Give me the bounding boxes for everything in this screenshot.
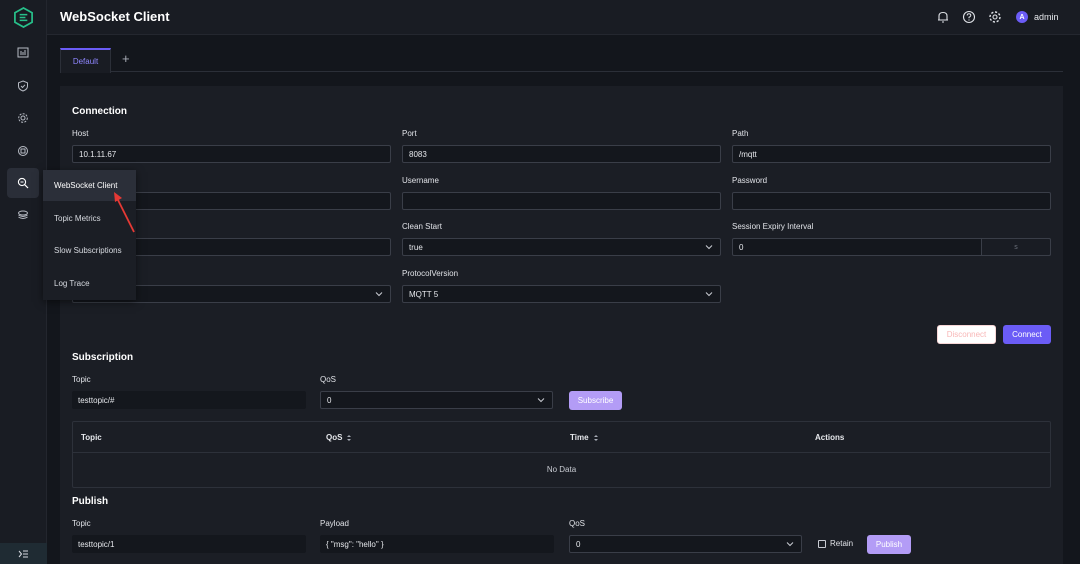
gear-icon[interactable] [7, 103, 39, 133]
sort-icon [347, 434, 352, 441]
chevron-down-icon [705, 292, 713, 297]
password-input[interactable] [732, 192, 1051, 210]
col-actions-label: Actions [815, 433, 845, 442]
sub-qos-value: 0 [327, 395, 332, 405]
host-input[interactable]: 10.1.11.67 [72, 145, 391, 163]
col-actions: Actions [815, 433, 844, 442]
col-qos[interactable]: QoS [326, 433, 352, 442]
sub-qos-select[interactable]: 0 [320, 391, 553, 409]
page-title: WebSocket Client [60, 9, 170, 24]
chevron-down-icon [375, 292, 383, 297]
pub-qos-label: QoS [569, 519, 586, 528]
dashboard-icon[interactable] [7, 38, 39, 68]
retain-checkbox[interactable] [818, 540, 826, 548]
username-label: Username [402, 176, 439, 185]
connection-title: Connection [72, 106, 127, 117]
retain-label[interactable]: Retain [830, 539, 853, 548]
payload-input[interactable]: { "msg": "hello" } [320, 535, 554, 553]
connect-button[interactable]: Connect [1003, 325, 1051, 344]
submenu-item-slow-subscriptions[interactable]: Slow Subscriptions [43, 235, 136, 266]
sub-topic-label: Topic [72, 375, 91, 384]
chevron-down-icon [705, 245, 713, 250]
pub-qos-value: 0 [576, 539, 581, 549]
add-tab-button[interactable]: + [122, 51, 130, 66]
protocol-select[interactable]: MQTT 5 [402, 285, 721, 303]
protocol-label: ProtocolVersion [402, 269, 459, 278]
col-topic[interactable]: Topic [81, 433, 102, 442]
table-empty-text: No Data [546, 465, 577, 474]
sub-qos-label: QoS [320, 375, 337, 384]
chevron-down-icon [786, 542, 794, 547]
avatar[interactable]: A [1016, 11, 1028, 23]
col-qos-label: QoS [326, 433, 343, 442]
publish-title: Publish [72, 496, 109, 507]
col-time[interactable]: Time [570, 433, 599, 442]
clean-start-select[interactable]: true [402, 238, 721, 256]
port-input[interactable]: 8083 [402, 145, 721, 163]
client-card: Connection Host 10.1.11.67 Port 8083 Pat… [60, 86, 1063, 564]
session-expiry-input[interactable]: 0 s [732, 238, 1051, 256]
help-icon[interactable] [962, 10, 976, 24]
subscribe-button[interactable]: Subscribe [569, 391, 622, 410]
session-expiry-unit: s [981, 238, 1051, 256]
user-name[interactable]: admin [1034, 12, 1059, 22]
client-tabs: Default + [60, 47, 1063, 73]
disconnect-button[interactable]: Disconnect [937, 325, 996, 344]
subscription-title: Subscription [72, 352, 134, 363]
collapse-icon [18, 550, 28, 557]
clean-start-label: Clean Start [402, 222, 443, 231]
protocol-value: MQTT 5 [409, 289, 439, 299]
sort-icon [593, 434, 598, 441]
pub-topic-input[interactable]: testtopic/1 [72, 535, 306, 553]
session-expiry-label: Session Expiry Interval [732, 222, 814, 231]
stack-icon[interactable] [7, 200, 39, 230]
settings-icon[interactable] [988, 10, 1002, 24]
shield-icon[interactable] [7, 71, 39, 101]
left-rail [0, 0, 47, 564]
sub-topic-input[interactable]: testtopic/# [72, 391, 306, 409]
port-label: Port [402, 129, 417, 138]
path-input[interactable]: /mqtt [732, 145, 1051, 163]
clean-start-value: true [409, 242, 423, 252]
extension-icon[interactable] [7, 136, 39, 166]
pub-topic-label: Topic [72, 519, 91, 528]
pub-qos-select[interactable]: 0 [569, 535, 802, 553]
payload-label: Payload [320, 519, 349, 528]
password-label: Password [732, 176, 768, 185]
chevron-down-icon [537, 398, 545, 403]
submenu-item-log-trace[interactable]: Log Trace [43, 268, 136, 299]
annotation-arrow-icon [114, 192, 135, 233]
path-label: Path [732, 129, 749, 138]
bell-icon[interactable] [936, 10, 950, 24]
col-time-label: Time [570, 433, 589, 442]
table-header: Topic QoS Time Actions [73, 422, 1050, 453]
publish-button[interactable]: Publish [867, 535, 911, 554]
collapse-menu-button[interactable] [0, 543, 47, 564]
host-label: Host [72, 129, 89, 138]
col-topic-label: Topic [81, 433, 102, 442]
tab-default[interactable]: Default [60, 48, 111, 73]
top-header: WebSocket Client A admin [47, 0, 1080, 35]
username-input[interactable] [402, 192, 721, 210]
diagnose-icon[interactable] [7, 168, 39, 198]
app-logo[interactable] [13, 7, 34, 28]
subscriptions-table: Topic QoS Time Actions No Data [72, 421, 1051, 488]
session-expiry-value: 0 [739, 242, 744, 252]
